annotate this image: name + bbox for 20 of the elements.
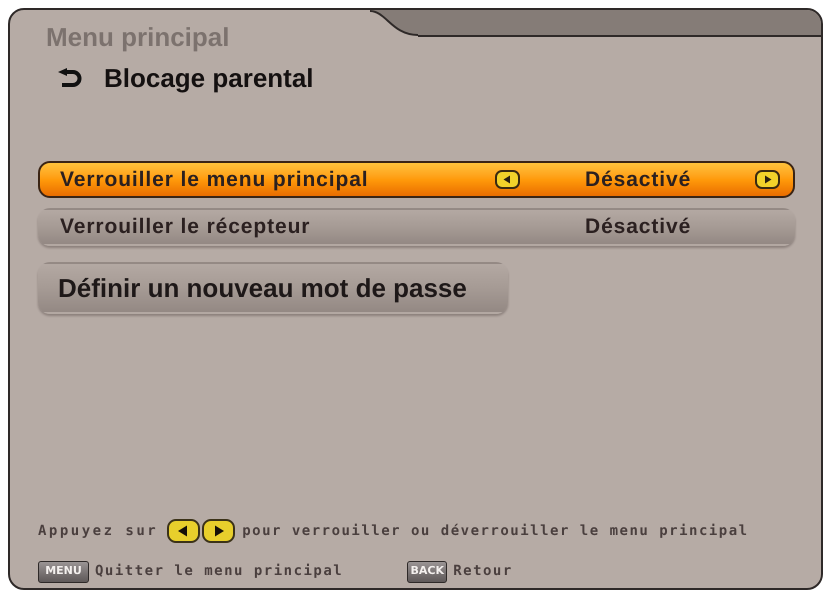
hint-text: Appuyez sur: [38, 522, 158, 540]
left-arrow-key-icon: [495, 170, 520, 189]
current-menu-title: Blocage parental: [104, 63, 314, 93]
right-arrow-key-icon: [755, 170, 780, 189]
remote-key: BACK: [407, 560, 448, 582]
set-password-button[interactable]: Définir un nouveau mot de passe: [38, 262, 508, 314]
menu-option-row[interactable]: Verrouiller le menu principal Désactivé: [38, 161, 795, 198]
left-arrow-key-icon: [167, 519, 200, 543]
option-value: Désactivé: [585, 166, 692, 193]
option-value: Désactivé: [585, 214, 692, 240]
hint-text: pour verrouiller ou déverrouiller le menu principal: [242, 522, 749, 540]
u-turn-arrow-icon: [58, 68, 84, 88]
option-label: Verrouiller le récepteur: [60, 214, 312, 240]
remote-key: MENU: [38, 560, 89, 582]
key-action-label: Retour: [453, 562, 513, 581]
menu-option-row[interactable]: Verrouiller le récepteur Désactivé: [38, 208, 795, 246]
parent-menu-title: Menu principal: [46, 22, 230, 52]
right-arrow-key-icon: [202, 519, 236, 543]
option-label: Verrouiller le menu principal: [60, 166, 370, 193]
key-action-label: Quitter le menu principal: [95, 562, 344, 581]
